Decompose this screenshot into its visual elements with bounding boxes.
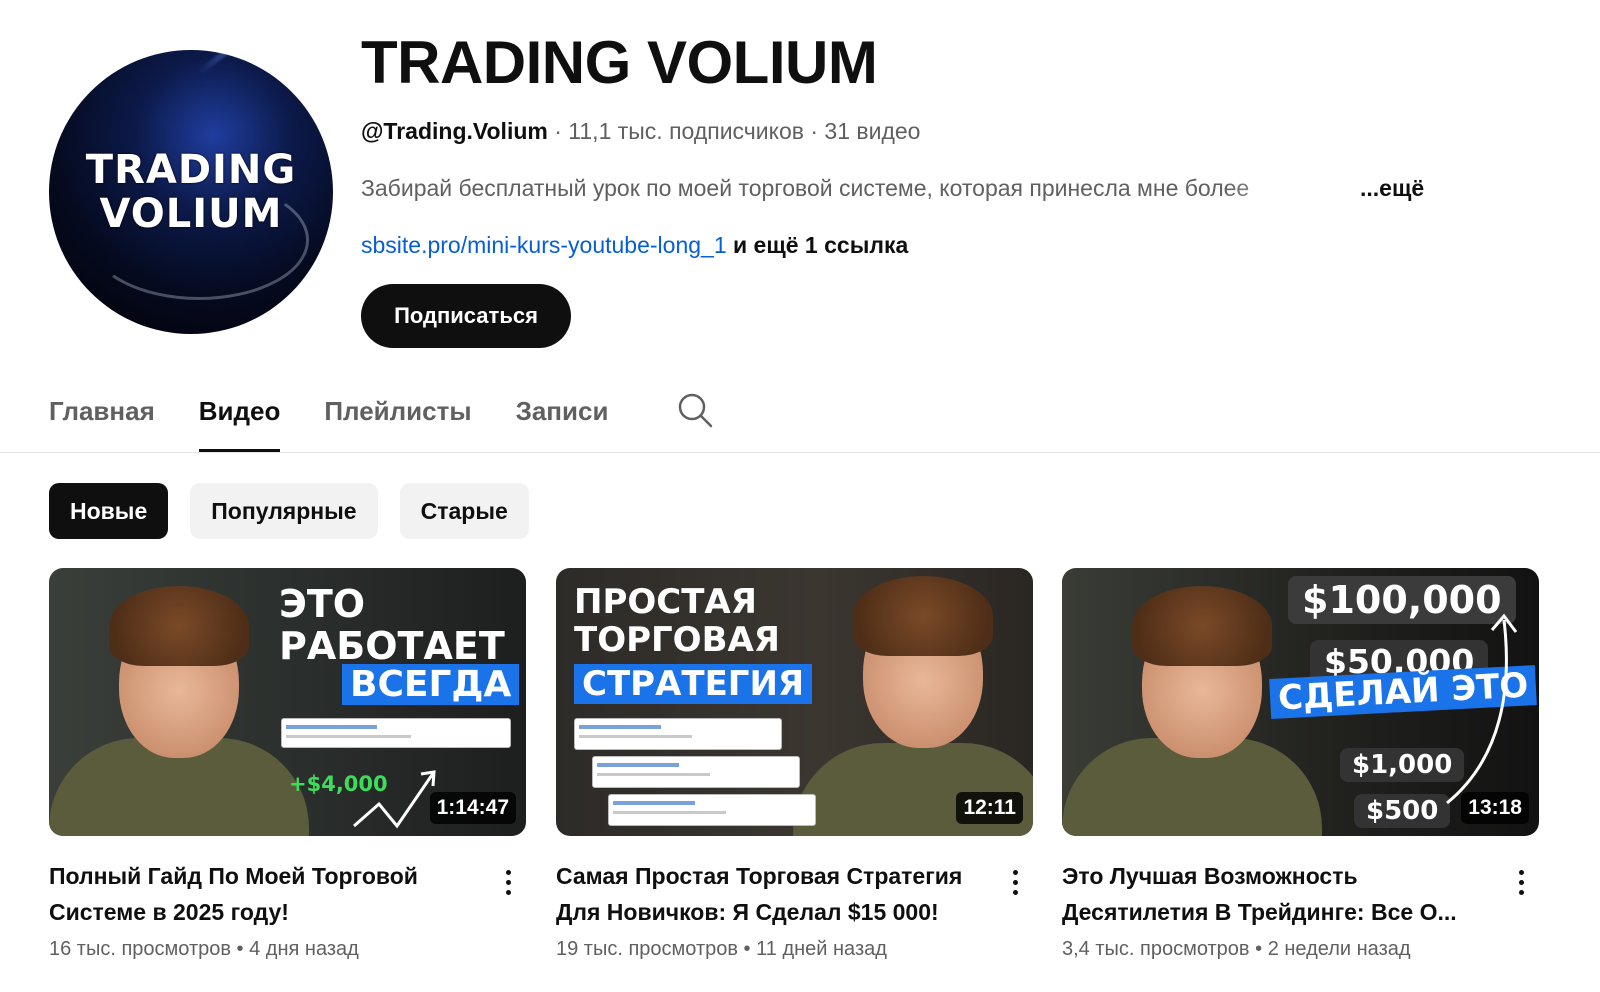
subscribe-button[interactable]: Подписаться <box>361 284 571 348</box>
video-title[interactable]: Это Лучшая Возможность Десятилетия В Тре… <box>1062 858 1482 930</box>
subscriber-count: 11,1 тыс. подписчиков <box>568 118 804 144</box>
channel-title: TRADING VOLIUM <box>361 29 878 96</box>
video-duration: 1:14:47 <box>429 792 516 824</box>
avatar-logo-text: TRADING VOLIUM <box>49 148 333 236</box>
avatar-logo-line2: VOLIUM <box>99 191 283 237</box>
meta-separator: · <box>803 118 825 144</box>
video-count: 31 видео <box>824 118 921 144</box>
trend-arrow-icon <box>353 770 436 829</box>
thumbnail-caption-2: ТОРГОВАЯ <box>574 620 780 660</box>
search-icon[interactable] <box>677 392 713 428</box>
video-title[interactable]: Самая Простая Торговая Стратегия Для Нов… <box>556 858 976 930</box>
video-thumbnail[interactable]: ЭТО РАБОТАЕТ ВСЕГДА +$4,000 1:14:47 <box>49 568 526 836</box>
sort-chips: Новые Популярные Старые <box>49 483 551 539</box>
view-count: 16 тыс. просмотров <box>49 938 231 960</box>
channel-meta: @Trading.Volium · 11,1 тыс. подписчиков … <box>361 118 920 145</box>
more-links-button[interactable]: и ещё 1 ссылка <box>727 232 908 258</box>
thumbnail-trade-row <box>592 756 800 788</box>
channel-link[interactable]: sbsite.pro/mini-kurs-youtube-long_1 <box>361 232 727 258</box>
thumbnail-trade-row <box>281 718 511 748</box>
chip-popular[interactable]: Популярные <box>190 483 378 539</box>
video-duration: 13:18 <box>1461 792 1529 824</box>
upload-age: 2 недели назад <box>1267 938 1411 960</box>
meta-dot: • <box>738 938 757 960</box>
video-thumbnail[interactable]: $100,000 $50,000 СДЕЛАЙ ЭТО $1,000 $500 … <box>1062 568 1539 836</box>
channel-handle: @Trading.Volium <box>361 118 548 144</box>
video-meta: 16 тыс. просмотров • 4 дня назад <box>49 938 526 961</box>
thumbnail-trade-row <box>574 718 782 750</box>
chip-oldest[interactable]: Старые <box>399 483 529 539</box>
upload-age: 4 дня назад <box>249 938 359 960</box>
chip-newest[interactable]: Новые <box>49 483 169 539</box>
tabs-divider <box>0 452 1600 453</box>
meta-separator: · <box>547 118 569 144</box>
meta-dot: • <box>231 938 250 960</box>
video-duration: 12:11 <box>956 792 1023 824</box>
video-card[interactable]: $100,000 $50,000 СДЕЛАЙ ЭТО $1,000 $500 … <box>1062 568 1539 961</box>
more-actions-icon[interactable] <box>496 866 520 898</box>
thumbnail-amount: $500 <box>1354 794 1451 828</box>
growth-arrow-icon <box>1446 613 1518 805</box>
video-card[interactable]: ПРОСТАЯ ТОРГОВАЯ СТРАТЕГИЯ 12:11 Самая П… <box>556 568 1033 961</box>
tab-home[interactable]: Главная <box>49 380 155 452</box>
video-meta: 19 тыс. просмотров • 11 дней назад <box>556 938 1033 961</box>
tab-playlists[interactable]: Плейлисты <box>324 380 471 452</box>
avatar-light-streak <box>197 50 327 76</box>
channel-description[interactable]: Забирай бесплатный урок по моей торговой… <box>361 175 1341 202</box>
channel-links: sbsite.pro/mini-kurs-youtube-long_1 и ещ… <box>361 232 908 259</box>
video-title[interactable]: Полный Гайд По Моей Торговой Системе в 2… <box>49 858 469 930</box>
channel-tabs: Главная Видео Плейлисты Записи <box>49 380 652 452</box>
view-count: 19 тыс. просмотров <box>556 938 738 960</box>
thumbnail-caption-1: ПРОСТАЯ <box>574 582 757 622</box>
tab-videos[interactable]: Видео <box>198 380 280 452</box>
meta-dot: • <box>1249 938 1268 960</box>
video-card[interactable]: ЭТО РАБОТАЕТ ВСЕГДА +$4,000 1:14:47 Полн… <box>49 568 526 961</box>
avatar-logo-line1: TRADING <box>85 147 297 193</box>
thumbnail-trade-row <box>608 794 816 826</box>
channel-avatar: TRADING VOLIUM <box>49 50 333 334</box>
description-more-link[interactable]: ...ещё <box>1360 175 1424 202</box>
video-thumbnail[interactable]: ПРОСТАЯ ТОРГОВАЯ СТРАТЕГИЯ 12:11 <box>556 568 1033 836</box>
thumbnail-caption-3: СТРАТЕГИЯ <box>574 664 813 704</box>
thumbnail-caption-3: ВСЕГДА <box>342 664 520 705</box>
upload-age: 11 дней назад <box>756 938 887 960</box>
thumbnail-caption-2: РАБОТАЕТ <box>279 624 505 668</box>
thumbnail-caption-1: ЭТО <box>279 582 366 626</box>
more-actions-icon[interactable] <box>1509 866 1533 898</box>
thumbnail-person <box>49 568 309 836</box>
tab-posts[interactable]: Записи <box>516 380 609 452</box>
more-actions-icon[interactable] <box>1003 866 1027 898</box>
video-meta: 3,4 тыс. просмотров • 2 недели назад <box>1062 938 1539 961</box>
view-count: 3,4 тыс. просмотров <box>1062 938 1250 960</box>
